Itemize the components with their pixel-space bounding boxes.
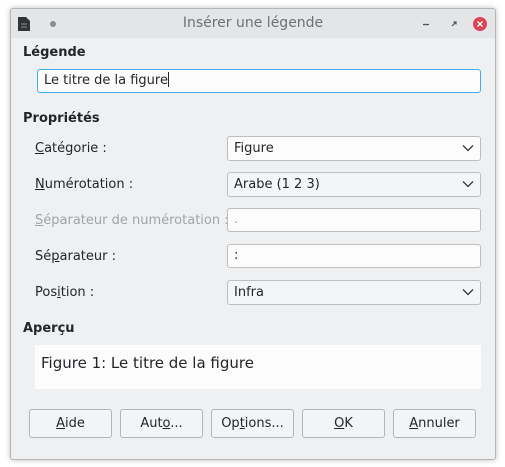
categorie-value: Figure bbox=[234, 141, 274, 156]
caption-text-input[interactable]: Le titre de la figure bbox=[37, 69, 481, 93]
chevron-down-icon bbox=[462, 181, 474, 188]
separateur-numerotation-input[interactable]: . bbox=[227, 208, 481, 232]
numerotation-select[interactable]: Arabe (1 2 3) bbox=[227, 172, 481, 197]
position-select[interactable]: Infra bbox=[227, 280, 481, 305]
caption-text-value: Le titre de la figure bbox=[44, 73, 168, 88]
proprietes-section-title: Propriétés bbox=[23, 111, 100, 126]
categorie-select[interactable]: Figure bbox=[227, 136, 481, 161]
chevron-down-icon bbox=[462, 145, 474, 152]
position-label: Position : bbox=[35, 285, 95, 300]
cancel-button[interactable]: Annuler bbox=[393, 409, 476, 438]
separateur-numerotation-label: Séparateur de numérotation : bbox=[35, 213, 229, 228]
close-icon[interactable] bbox=[472, 16, 488, 32]
auto-button[interactable]: Auto... bbox=[120, 409, 203, 438]
caption-preview: Figure 1: Le titre de la figure bbox=[35, 345, 481, 389]
chevron-down-icon bbox=[462, 289, 474, 296]
title-bar[interactable]: Insérer une légende bbox=[11, 9, 495, 38]
numerotation-label: Numérotation : bbox=[35, 177, 134, 192]
apercu-section-title: Aperçu bbox=[23, 321, 75, 336]
separateur-numerotation-value: . bbox=[234, 212, 239, 227]
ok-button[interactable]: OK bbox=[302, 409, 385, 438]
legende-section-title: Légende bbox=[23, 45, 86, 60]
position-value: Infra bbox=[234, 285, 264, 300]
categorie-label: Catégorie : bbox=[35, 141, 107, 156]
text-cursor bbox=[167, 72, 169, 87]
options-button[interactable]: Options... bbox=[211, 409, 294, 438]
maximize-icon[interactable] bbox=[446, 16, 462, 32]
numerotation-value: Arabe (1 2 3) bbox=[234, 177, 320, 192]
separateur-label: Séparateur : bbox=[35, 249, 116, 264]
separateur-input[interactable]: : bbox=[227, 244, 481, 268]
separateur-value: : bbox=[234, 248, 239, 263]
insert-caption-dialog: Insérer une légende Légende Le titre de … bbox=[10, 8, 496, 460]
caption-preview-text: Figure 1: Le titre de la figure bbox=[41, 354, 254, 372]
minimize-icon[interactable] bbox=[418, 16, 434, 32]
help-button[interactable]: Aide bbox=[29, 409, 112, 438]
